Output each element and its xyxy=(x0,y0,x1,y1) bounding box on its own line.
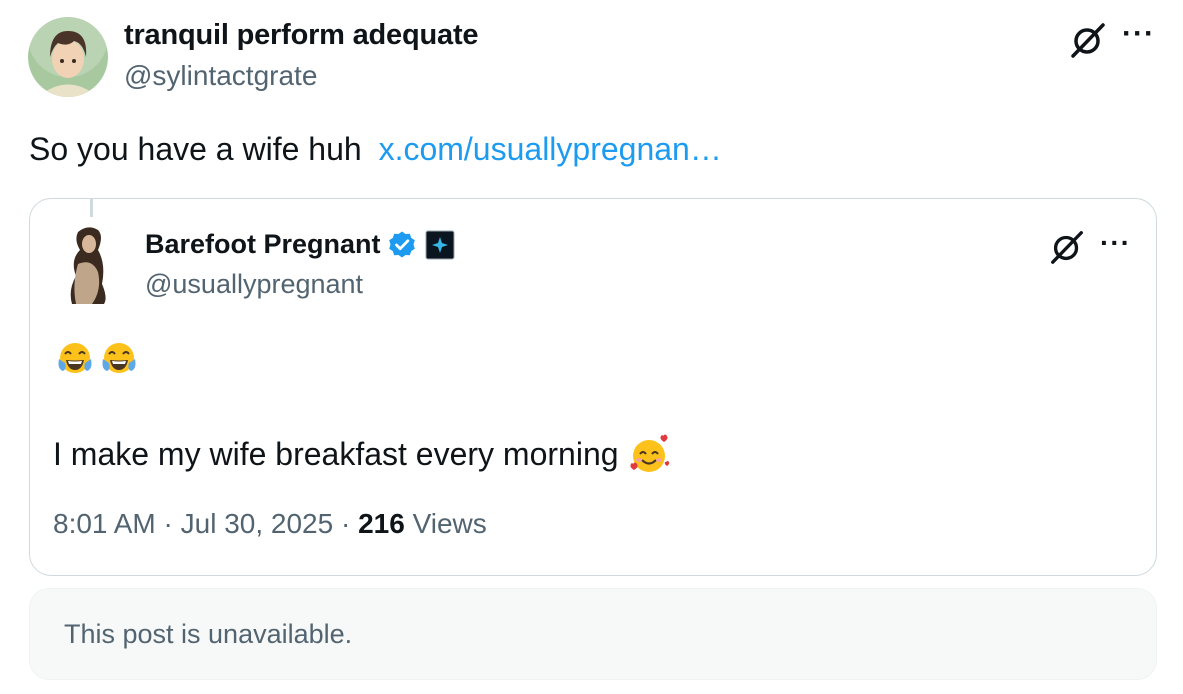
quoted-avatar[interactable] xyxy=(58,224,130,304)
emoji-line xyxy=(55,339,139,379)
unavailable-text: This post is unavailable. xyxy=(64,619,353,649)
post-time[interactable]: 8:01 AM xyxy=(53,508,156,539)
user-handle[interactable]: @sylintactgrate xyxy=(124,60,317,92)
smiling-face-with-hearts-emoji-icon xyxy=(629,434,669,472)
grok-icon[interactable] xyxy=(1048,228,1086,266)
display-name[interactable]: tranquil perform adequate xyxy=(124,19,479,52)
verified-badge-icon xyxy=(388,231,415,257)
quoted-body: I make my wife breakfast every morning xyxy=(53,435,619,472)
meta-separator: · xyxy=(163,508,181,539)
quoted-handle[interactable]: @usuallypregnant xyxy=(145,269,363,300)
meta-separator: · xyxy=(340,508,359,539)
avatar[interactable] xyxy=(28,17,108,97)
tears-of-joy-emoji-icon xyxy=(102,343,136,373)
quoted-post-text: I make my wife breakfast every morning xyxy=(53,432,671,476)
tears-of-joy-emoji-icon xyxy=(58,343,92,373)
grok-icon[interactable] xyxy=(1068,20,1108,60)
more-icon[interactable]: ··· xyxy=(1122,17,1155,51)
post-meta: 8:01 AM · Jul 30, 2025 · 216 Views xyxy=(53,508,487,540)
more-icon[interactable]: ··· xyxy=(1100,227,1131,259)
affiliate-badge-icon[interactable] xyxy=(425,230,455,260)
post-date[interactable]: Jul 30, 2025 xyxy=(181,508,334,539)
post-body: So you have a wife huh xyxy=(29,131,362,167)
quoted-name-row: Barefoot Pregnant xyxy=(145,229,455,260)
thread-line xyxy=(90,199,93,217)
views-label: Views xyxy=(412,508,487,539)
views-count: 216 xyxy=(358,508,405,539)
post-text: So you have a wife huh x.com/usuallypreg… xyxy=(29,131,722,168)
post-link[interactable]: x.com/usuallypregnan… xyxy=(379,131,722,167)
quoted-display-name[interactable]: Barefoot Pregnant xyxy=(145,229,381,260)
